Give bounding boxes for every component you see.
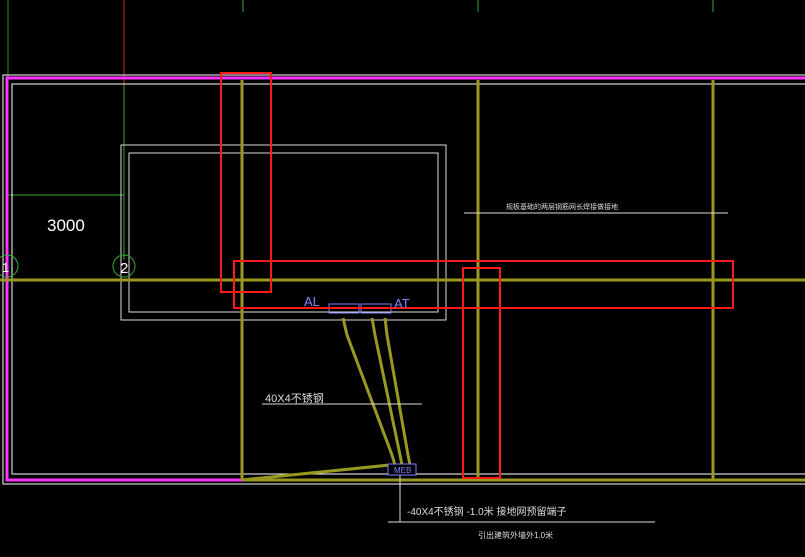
dimension-text: 3000: [47, 216, 85, 235]
note-conductor: 40X4不锈钢: [265, 392, 324, 405]
panel-al-label: AL: [304, 294, 320, 309]
meb-label: MEB: [394, 466, 411, 475]
note-top: 规板基础的两层钢筋网长焊接做接地: [506, 202, 618, 211]
grid-bubble-2-label: 2: [120, 260, 128, 277]
grid-bubble-1-label: 1: [2, 260, 9, 275]
note-bottom-1: -40X4不锈钢 -1.0米 接地网预留端子: [407, 505, 566, 518]
note-bottom-2: 引出建筑外墙外1.0米: [478, 530, 553, 540]
panel-at-label: AT: [394, 296, 410, 311]
cad-drawing: 3000 2 1 AL AT MEB 规板基础的两层钢筋网长焊接做接地 40X4…: [0, 0, 805, 557]
